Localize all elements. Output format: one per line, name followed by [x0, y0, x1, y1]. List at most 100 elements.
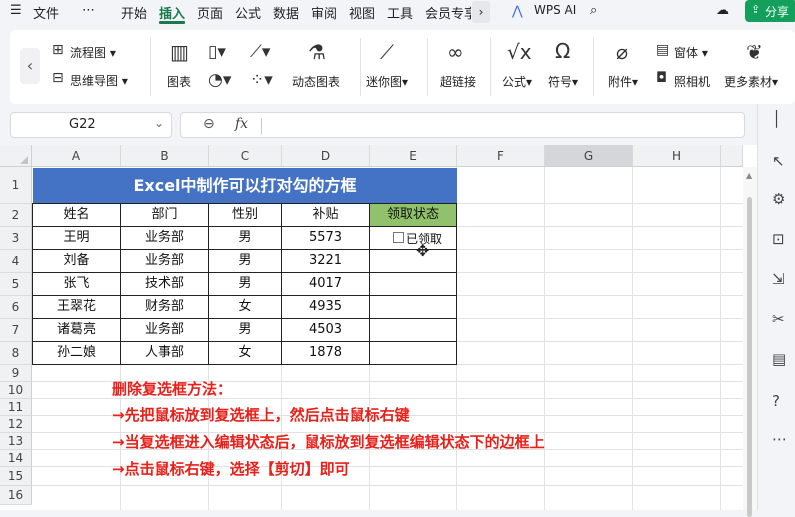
row-header[interactable]: 13	[0, 433, 32, 450]
table-title[interactable]: Excel中制作可以打对勾的方框	[33, 168, 457, 203]
spreadsheet-grid[interactable]: A B C D E F G H 1 2 3 4 5 6 7 8 9 10 11 …	[0, 145, 757, 510]
table-cell[interactable]: 业务部	[121, 319, 209, 342]
table-cell[interactable]: 财务部	[121, 296, 209, 319]
row-header[interactable]: 9	[0, 365, 32, 382]
column-header[interactable]: F	[457, 145, 545, 167]
tab-formula[interactable]: 公式	[235, 3, 261, 22]
camera-button[interactable]: 照相机	[674, 73, 710, 90]
table-cell[interactable]: 人事部	[121, 342, 209, 365]
dynamic-chart-button[interactable]: 动态图表	[292, 73, 340, 90]
chart-button[interactable]: 图表	[167, 73, 191, 90]
table-cell[interactable]: 王明	[33, 227, 121, 250]
formula-button[interactable]: 公式▾	[502, 73, 532, 90]
row-header[interactable]: 5	[0, 273, 32, 296]
table-cell[interactable]	[370, 342, 457, 365]
row-header[interactable]: 2	[0, 204, 32, 227]
table-cell[interactable]: 男	[209, 250, 282, 273]
row-header[interactable]: 7	[0, 319, 32, 342]
row-header[interactable]: 8	[0, 342, 32, 365]
chevron-left-icon[interactable]: ‹	[20, 48, 40, 84]
mindmap-button[interactable]: 思维导图 ▾	[70, 72, 128, 89]
attachment-button[interactable]: 附件▾	[608, 73, 638, 90]
cursor-arrow-icon[interactable]: ↖	[772, 152, 785, 170]
table-cell[interactable]: 孙二娘	[33, 342, 121, 365]
header-cell[interactable]: 部门	[121, 204, 209, 227]
transform-icon[interactable]: ⇲	[772, 270, 785, 288]
table-cell[interactable]: 男	[209, 227, 282, 250]
table-cell[interactable]: 技术部	[121, 273, 209, 296]
table-cell[interactable]: 刘备	[33, 250, 121, 273]
sparkline-button[interactable]: 迷你图▾	[366, 73, 408, 90]
row-header[interactable]: 10	[0, 382, 32, 399]
row-header[interactable]: 3	[0, 227, 32, 250]
row-header[interactable]: 4	[0, 250, 32, 273]
chevron-down-icon[interactable]: ⌄	[154, 116, 164, 130]
fx-icon[interactable]: fx	[235, 116, 248, 132]
row-header[interactable]: 14	[0, 450, 32, 467]
bar-chart-icon[interactable]: ▯▾	[208, 44, 226, 61]
header-cell[interactable]: 领取状态	[370, 204, 457, 227]
search-icon[interactable]: ⌕	[590, 3, 597, 18]
line-chart-icon[interactable]: ⟋▾	[250, 44, 270, 61]
crop-icon[interactable]: ⊡	[772, 230, 785, 248]
checkbox[interactable]	[393, 232, 404, 243]
chevron-right-icon[interactable]: ›	[472, 1, 490, 23]
row-header[interactable]: 12	[0, 416, 32, 433]
column-header[interactable]: E	[370, 145, 457, 167]
header-cell[interactable]: 补贴	[282, 204, 370, 227]
table-cell[interactable]	[370, 319, 457, 342]
column-header[interactable]: C	[209, 145, 282, 167]
name-box[interactable]: G22 ⌄	[10, 112, 172, 138]
table-cell[interactable]: 业务部	[121, 227, 209, 250]
tab-data[interactable]: 数据	[273, 3, 299, 22]
header-cell[interactable]: 性别	[209, 204, 282, 227]
table-cell[interactable]	[370, 273, 457, 296]
symbol-button[interactable]: 符号▾	[548, 73, 578, 90]
hyperlink-button[interactable]: 超链接	[440, 73, 476, 90]
header-cell[interactable]: 姓名	[33, 204, 121, 227]
row-header[interactable]: 16	[0, 486, 32, 505]
vertical-scrollbar[interactable]: ▲	[743, 167, 757, 517]
table-cell[interactable]: 女	[209, 342, 282, 365]
table-cell[interactable]: 男	[209, 273, 282, 296]
wps-ai-button[interactable]: WPS AI	[534, 3, 576, 17]
column-header[interactable]: A	[32, 145, 121, 167]
scroll-up-icon[interactable]: ▲	[746, 171, 752, 180]
table-cell[interactable]: 5573	[282, 227, 370, 250]
table-cell[interactable]: 1878	[282, 342, 370, 365]
tab-tools[interactable]: 工具	[387, 3, 413, 22]
pie-chart-icon[interactable]: ◔▾	[208, 72, 231, 89]
flowchart-button[interactable]: 流程图 ▾	[70, 44, 116, 61]
tab-view[interactable]: 视图	[349, 3, 375, 22]
formula-input[interactable]: ⊖ fx	[180, 112, 745, 138]
share-button[interactable]: ⇪ 分享	[745, 0, 795, 22]
table-cell[interactable]: 女	[209, 296, 282, 319]
table-cell[interactable]: 诸葛亮	[33, 319, 121, 342]
more-icon[interactable]: ⋯	[772, 430, 787, 448]
table-cell[interactable]: 张飞	[33, 273, 121, 296]
tab-review[interactable]: 审阅	[311, 3, 337, 22]
column-header[interactable]	[721, 145, 743, 167]
row-header[interactable]: 1	[0, 167, 32, 204]
book-icon[interactable]: ▤	[772, 350, 786, 368]
table-cell[interactable]: 男	[209, 319, 282, 342]
column-header[interactable]: G	[545, 145, 633, 167]
cloud-icon[interactable]: ☁	[716, 3, 729, 18]
table-cell[interactable]: 3221	[282, 250, 370, 273]
menu-more[interactable]: ⋯	[82, 3, 95, 18]
tools-icon[interactable]: ✂	[772, 310, 785, 328]
table-cell[interactable]: 4503	[282, 319, 370, 342]
table-cell[interactable]: 4017	[282, 273, 370, 296]
menu-icon[interactable]: ☰	[10, 3, 22, 18]
select-all-corner[interactable]	[0, 145, 32, 167]
tab-member[interactable]: 会员专享	[425, 3, 471, 22]
row-header[interactable]: 11	[0, 399, 32, 416]
help-icon[interactable]: ?	[772, 392, 780, 410]
table-cell[interactable]: 业务部	[121, 250, 209, 273]
table-cell[interactable]: 王翠花	[33, 296, 121, 319]
scrollbar-thumb[interactable]	[747, 197, 752, 517]
table-cell[interactable]: 4935	[282, 296, 370, 319]
zoom-icon[interactable]: ⊖	[203, 116, 215, 132]
table-cell[interactable]	[370, 250, 457, 273]
row-header[interactable]: 15	[0, 467, 32, 486]
